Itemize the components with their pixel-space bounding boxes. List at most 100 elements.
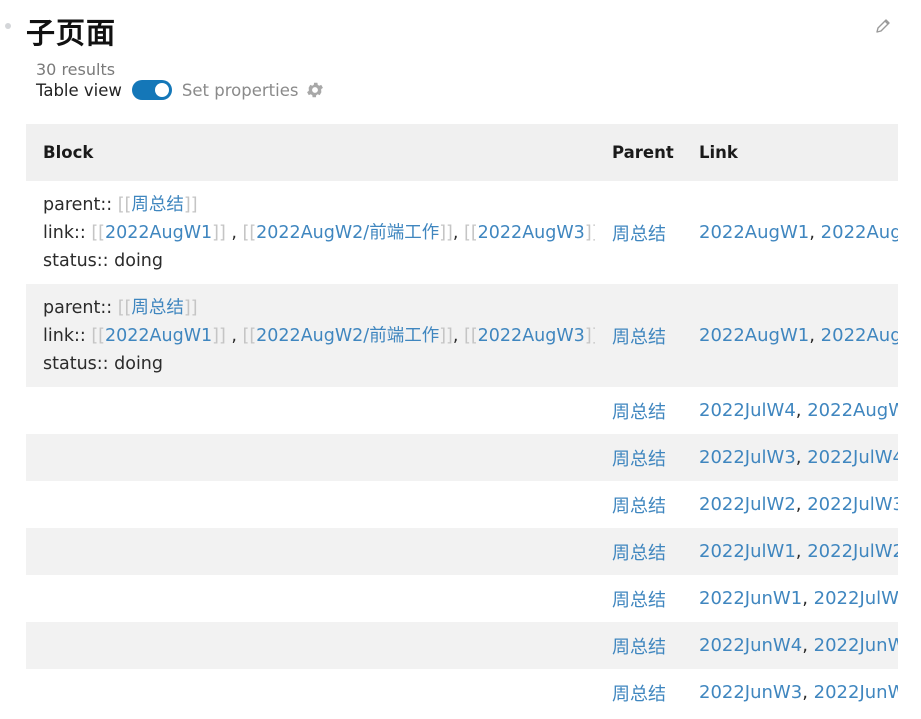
table-row[interactable]: parent:: [[周总结]] link:: [[2022AugW1]] , [… <box>26 181 898 284</box>
page-reference-link[interactable]: 2022AugW1 <box>105 223 212 243</box>
page-reference-link[interactable]: 2022JulW1 <box>814 588 898 609</box>
page-reference-link[interactable]: 2022JulW3 <box>807 494 898 515</box>
page-bullet <box>5 23 11 29</box>
page-reference-link[interactable]: 2022JunW1 <box>699 588 802 609</box>
query-controls: Table view Set properties <box>36 78 325 102</box>
column-header-block[interactable]: Block <box>26 124 595 181</box>
table-row[interactable]: 周总结 2022JulW3, 2022JulW4 <box>26 434 898 481</box>
page-reference-link[interactable]: 周总结 <box>612 224 666 245</box>
page-reference-link[interactable]: 2022JunW3 <box>699 682 802 703</box>
query-results-table-container[interactable]: Block Parent Link parent:: [[周总结]] link::… <box>26 124 898 719</box>
block-cell[interactable] <box>26 481 595 528</box>
block-cell[interactable] <box>26 434 595 481</box>
pencil-icon[interactable] <box>873 16 893 36</box>
table-row[interactable]: 周总结 2022JunW4, 2022JunW1 <box>26 622 898 669</box>
property-line-parent: parent:: [[周总结]] <box>43 294 595 322</box>
property-line-status-wrap: status:: doing <box>43 247 595 275</box>
parent-cell: 周总结 <box>595 284 682 387</box>
page-reference-link[interactable]: 2022JunW4 <box>814 682 898 703</box>
table-row[interactable]: parent:: [[周总结]] link:: [[2022AugW1]] , [… <box>26 284 898 387</box>
parent-cell: 周总结 <box>595 434 682 481</box>
ref-bracket-close: ]] <box>584 325 595 346</box>
page-reference-link[interactable]: 周总结 <box>131 195 184 215</box>
column-header-link[interactable]: Link <box>682 124 898 181</box>
table-row[interactable]: 周总结 2022JulW1, 2022JulW2 <box>26 528 898 575</box>
page-reference-link[interactable]: 周总结 <box>612 590 666 611</box>
property-key: link:: <box>43 325 86 346</box>
page-reference-link[interactable]: 周总结 <box>612 543 666 564</box>
table-row[interactable]: 周总结 2022JulW2, 2022JulW3 <box>26 481 898 528</box>
table-row[interactable]: 周总结 2022JunW3, 2022JunW4 <box>26 669 898 716</box>
page-reference-link[interactable]: 2022JunW1 <box>814 635 898 656</box>
block-cell[interactable] <box>26 669 595 716</box>
page-reference-link[interactable]: 2022JulW2 <box>699 494 796 515</box>
link-cell: 2022JulW1, 2022JulW2 <box>682 528 898 575</box>
parent-cell: 周总结 <box>595 181 682 284</box>
gear-icon[interactable] <box>305 80 325 100</box>
results-count: 30 results <box>36 60 116 79</box>
ref-bracket-open: [[ <box>91 222 105 243</box>
page-reference-link[interactable]: 2022AugW2 <box>821 222 898 243</box>
page-reference-link[interactable]: 2022AugW3 <box>478 326 585 346</box>
block-cell[interactable] <box>26 528 595 575</box>
table-header-row: Block Parent Link <box>26 124 898 181</box>
link-cell: 2022JulW2, 2022JulW3 <box>682 481 898 528</box>
page-reference-link[interactable]: 2022JunW4 <box>699 635 802 656</box>
property-line-status-wrap: status:: doing <box>43 350 595 378</box>
page-reference-link[interactable]: 2022AugW1 <box>699 325 809 346</box>
set-properties-button[interactable]: Set properties <box>182 81 299 100</box>
page-reference-link[interactable]: 2022JulW2 <box>807 541 898 562</box>
block-cell[interactable]: parent:: [[周总结]] link:: [[2022AugW1]] , [… <box>26 181 595 284</box>
page-reference-link[interactable]: 2022AugW1 <box>699 222 809 243</box>
column-header-parent[interactable]: Parent <box>595 124 682 181</box>
page-reference-link[interactable]: 周总结 <box>612 496 666 517</box>
link-cell: 2022AugW1, 2022AugW2 <box>682 181 898 284</box>
ref-bracket-open: [[ <box>117 194 132 215</box>
page-reference-link[interactable]: 2022AugW2/前端工作 <box>256 223 439 243</box>
page-reference-link[interactable]: 2022JulW3 <box>699 447 796 468</box>
ref-bracket-open: [[ <box>242 325 257 346</box>
table-row[interactable]: 周总结 2022JulW4, 2022AugW1 <box>26 387 898 434</box>
link-cell: 2022JunW3, 2022JunW4 <box>682 669 898 716</box>
property-line-link: link:: [[2022AugW1]] , [[2022AugW2/前端工作]… <box>43 219 595 247</box>
link-cell: 2022AugW1, 2022AugW2 <box>682 284 898 387</box>
block-cell[interactable] <box>26 622 595 669</box>
page-reference-link[interactable]: 2022AugW1 <box>807 400 898 421</box>
ref-bracket-open: [[ <box>464 325 478 346</box>
page-reference-link[interactable]: 周总结 <box>131 298 184 318</box>
ref-bracket-close: ]] <box>183 194 198 215</box>
page-reference-link[interactable]: 2022AugW2 <box>821 325 898 346</box>
page-reference-link[interactable]: 2022AugW3 <box>478 223 585 243</box>
page-reference-link[interactable]: 2022JulW4 <box>699 400 796 421</box>
ref-bracket-close: ]] <box>212 222 226 243</box>
table-row[interactable]: 周总结 2022JunW1, 2022JulW1 <box>26 575 898 622</box>
page-reference-link[interactable]: 周总结 <box>612 637 666 658</box>
link-cell: 2022JunW4, 2022JunW1 <box>682 622 898 669</box>
block-cell[interactable] <box>26 575 595 622</box>
property-key: parent:: <box>43 297 113 318</box>
ref-bracket-close: ]] <box>183 297 198 318</box>
parent-cell: 周总结 <box>595 575 682 622</box>
parent-cell: 周总结 <box>595 622 682 669</box>
property-line-link: link:: [[2022AugW1]] , [[2022AugW2/前端工作]… <box>43 322 595 350</box>
page-reference-link[interactable]: 周总结 <box>612 327 666 348</box>
page-title: 子页面 <box>26 16 117 50</box>
property-line-parent: parent:: [[周总结]] <box>43 191 595 219</box>
page-reference-link[interactable]: 2022AugW1 <box>105 326 212 346</box>
query-results-table: Block Parent Link parent:: [[周总结]] link::… <box>26 124 898 716</box>
page-reference-link[interactable]: 周总结 <box>612 449 666 470</box>
ref-bracket-open: [[ <box>242 222 257 243</box>
block-cell[interactable] <box>26 387 595 434</box>
parent-cell: 周总结 <box>595 669 682 716</box>
block-cell[interactable]: parent:: [[周总结]] link:: [[2022AugW1]] , [… <box>26 284 595 387</box>
parent-cell: 周总结 <box>595 528 682 575</box>
page-reference-link[interactable]: 周总结 <box>612 402 666 423</box>
parent-cell: 周总结 <box>595 387 682 434</box>
ref-bracket-open: [[ <box>117 297 132 318</box>
page-reference-link[interactable]: 2022JulW1 <box>699 541 796 562</box>
table-view-toggle[interactable] <box>131 80 172 100</box>
page-reference-link[interactable]: 2022JulW4 <box>807 447 898 468</box>
page-reference-link[interactable]: 2022AugW2/前端工作 <box>256 326 439 346</box>
link-cell: 2022JulW3, 2022JulW4 <box>682 434 898 481</box>
page-reference-link[interactable]: 周总结 <box>612 684 666 705</box>
